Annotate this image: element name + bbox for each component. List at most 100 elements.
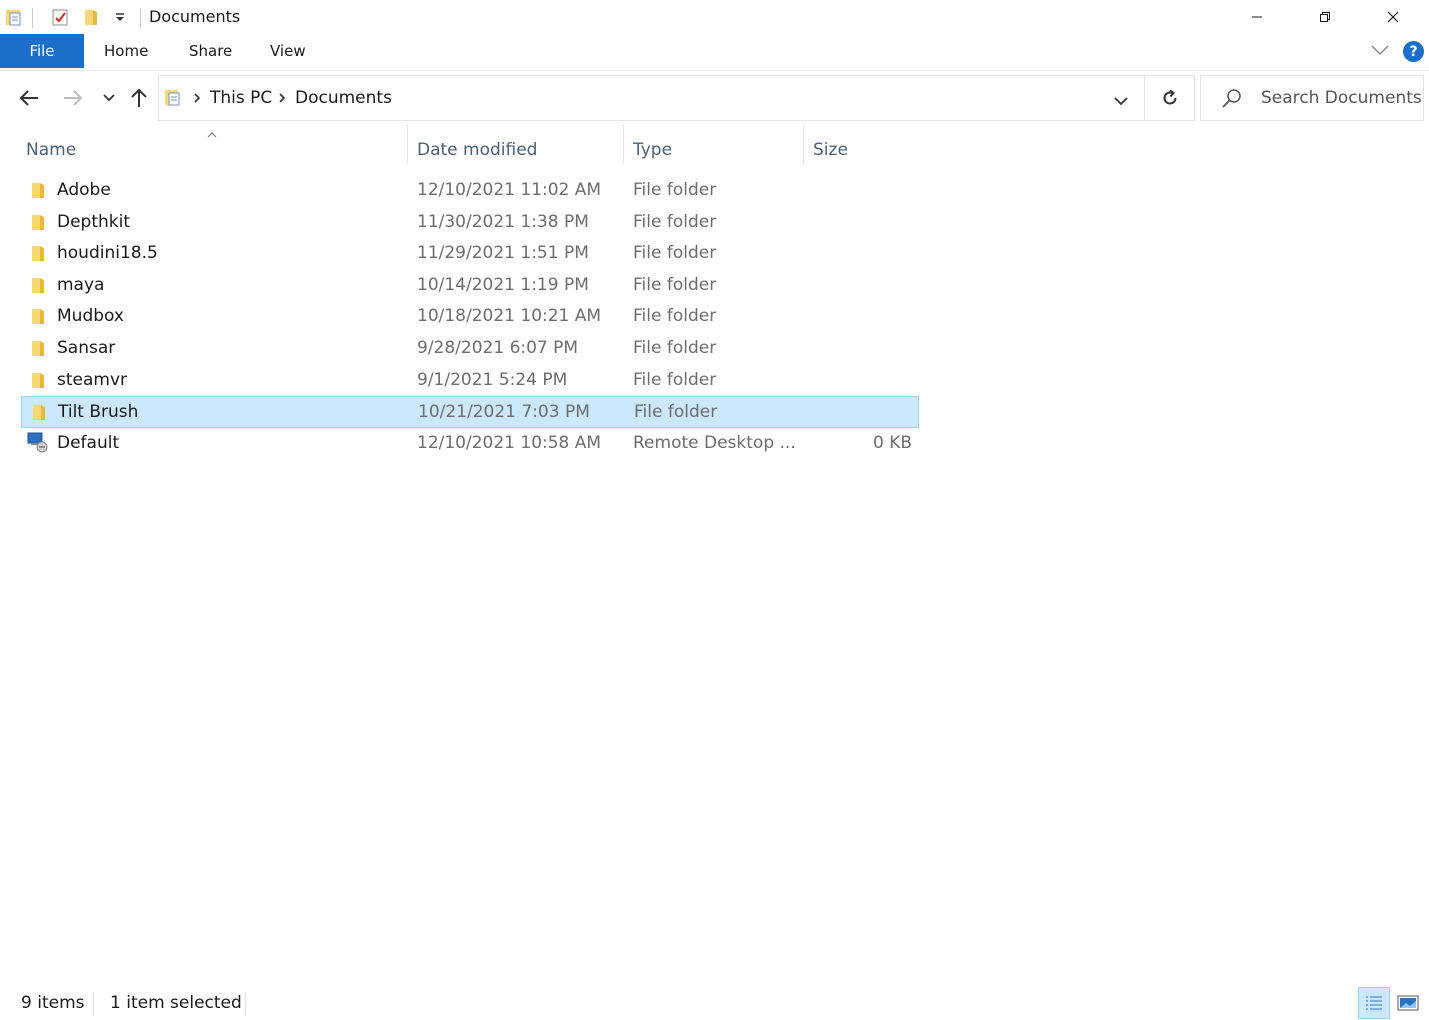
refresh-button[interactable] (1145, 75, 1195, 121)
restore-icon (1320, 12, 1330, 22)
title-bar: Documents (0, 0, 1429, 34)
folder-icon (30, 403, 48, 421)
chevron-down-icon (1371, 45, 1389, 56)
remote-desktop-icon (27, 431, 48, 453)
file-name: Sansar (57, 338, 116, 358)
column-divider[interactable] (803, 124, 804, 164)
file-type: File folder (633, 370, 717, 390)
file-date-modified: 11/29/2021 1:51 PM (417, 243, 589, 263)
search-placeholder: Search Documents (1261, 88, 1422, 108)
breadcrumb-chevron-icon[interactable] (277, 90, 287, 109)
quick-access-separator (32, 8, 33, 28)
file-date-modified: 12/10/2021 10:58 AM (417, 433, 602, 453)
address-bar[interactable]: This PC Documents (158, 75, 1145, 121)
file-row[interactable]: maya 10/14/2021 1:19 PM File folder (21, 270, 919, 302)
file-row[interactable]: Default 12/10/2021 10:58 AM Remote Desktop… (21, 428, 919, 460)
window-title: Documents (149, 7, 241, 26)
close-button[interactable] (1359, 0, 1427, 34)
folder-icon (29, 213, 47, 231)
folder-icon (29, 371, 47, 389)
chevron-down-icon (1114, 97, 1128, 106)
file-name: maya (57, 275, 105, 295)
search-icon (1221, 88, 1243, 114)
file-row[interactable]: Depthkit 11/30/2021 1:38 PM File folder (21, 207, 919, 239)
tab-file[interactable]: File (0, 34, 84, 68)
status-selection: 1 item selected (110, 993, 242, 1013)
file-type: File folder (633, 306, 717, 326)
refresh-icon (1163, 89, 1176, 105)
status-item-count: 9 items (21, 993, 85, 1013)
file-type: File folder (633, 180, 717, 200)
restore-button[interactable] (1291, 0, 1359, 34)
folder-icon (29, 181, 47, 199)
address-history-button[interactable] (1113, 92, 1129, 111)
documents-location-icon (163, 86, 183, 112)
tab-share[interactable]: Share (189, 34, 232, 68)
forward-button[interactable] (58, 83, 88, 113)
file-date-modified: 9/1/2021 5:24 PM (417, 370, 568, 390)
file-row[interactable]: houdini18.5 11/29/2021 1:51 PM File folder (21, 238, 919, 270)
tab-home[interactable]: Home (104, 34, 148, 68)
status-separator (93, 992, 94, 1016)
breadcrumb-this-pc[interactable]: This PC (210, 88, 272, 108)
file-type: Remote Desktop ... (633, 433, 796, 453)
column-divider[interactable] (407, 124, 408, 164)
minimize-button[interactable] (1223, 0, 1291, 34)
details-view-button[interactable] (1358, 987, 1390, 1019)
recent-locations-button[interactable] (94, 83, 124, 113)
details-view-icon (1366, 996, 1382, 1010)
file-type: File folder (633, 243, 717, 263)
file-name: steamvr (57, 370, 128, 390)
large-icons-view-button[interactable] (1392, 987, 1424, 1019)
folder-icon (29, 276, 47, 294)
documents-app-icon[interactable] (3, 6, 25, 28)
close-icon (1387, 11, 1399, 23)
column-header-date-modified[interactable]: Date modified (417, 135, 622, 165)
new-folder-icon[interactable] (80, 6, 102, 28)
folder-icon (29, 339, 47, 357)
file-name: Tilt Brush (58, 402, 139, 422)
status-separator (245, 992, 246, 1016)
file-row[interactable]: Adobe 12/10/2021 11:02 AM File folder (21, 175, 919, 207)
up-button[interactable] (124, 83, 154, 113)
column-header-type[interactable]: Type (633, 135, 801, 165)
ribbon: File Home Share View ? (0, 34, 1429, 71)
arrow-left-icon (19, 90, 38, 106)
file-type: File folder (633, 275, 717, 295)
properties-icon[interactable] (49, 6, 71, 28)
search-input[interactable]: Search Documents (1200, 75, 1424, 121)
file-name: Depthkit (57, 212, 131, 232)
help-button[interactable]: ? (1403, 41, 1424, 62)
expand-ribbon-button[interactable] (1370, 42, 1390, 61)
file-name: Default (57, 433, 120, 453)
file-date-modified: 10/18/2021 10:21 AM (417, 306, 602, 326)
file-row[interactable]: Tilt Brush 10/21/2021 7:03 PM File folder (21, 396, 919, 428)
file-row[interactable]: Mudbox 10/18/2021 10:21 AM File folder (21, 301, 919, 333)
file-name: houdini18.5 (57, 243, 158, 263)
file-row[interactable]: Sansar 9/28/2021 6:07 PM File folder (21, 333, 919, 365)
column-divider[interactable] (623, 124, 624, 164)
tab-view[interactable]: View (270, 34, 306, 68)
file-type: File folder (633, 338, 717, 358)
folder-icon (29, 244, 47, 262)
file-size: 0 KB (872, 433, 912, 453)
breadcrumb-documents[interactable]: Documents (295, 88, 392, 108)
file-date-modified: 10/14/2021 1:19 PM (417, 275, 589, 295)
arrow-up-icon (131, 88, 147, 107)
file-row[interactable]: steamvr 9/1/2021 5:24 PM File folder (21, 365, 919, 397)
breadcrumb-chevron-icon[interactable] (192, 90, 202, 109)
file-type: File folder (634, 402, 718, 422)
column-header-size[interactable]: Size (813, 135, 913, 165)
file-name: Adobe (57, 180, 111, 200)
column-header-name[interactable]: Name (26, 135, 406, 165)
customize-toolbar-icon[interactable] (109, 6, 131, 28)
file-date-modified: 10/21/2021 7:03 PM (418, 402, 590, 422)
chevron-down-icon (103, 94, 115, 102)
back-button[interactable] (14, 83, 44, 113)
minimize-icon (1252, 16, 1262, 18)
file-type: File folder (633, 212, 717, 232)
title-separator (140, 8, 141, 28)
folder-icon (29, 307, 47, 325)
arrow-right-icon (64, 90, 83, 106)
file-name: Mudbox (57, 306, 124, 326)
